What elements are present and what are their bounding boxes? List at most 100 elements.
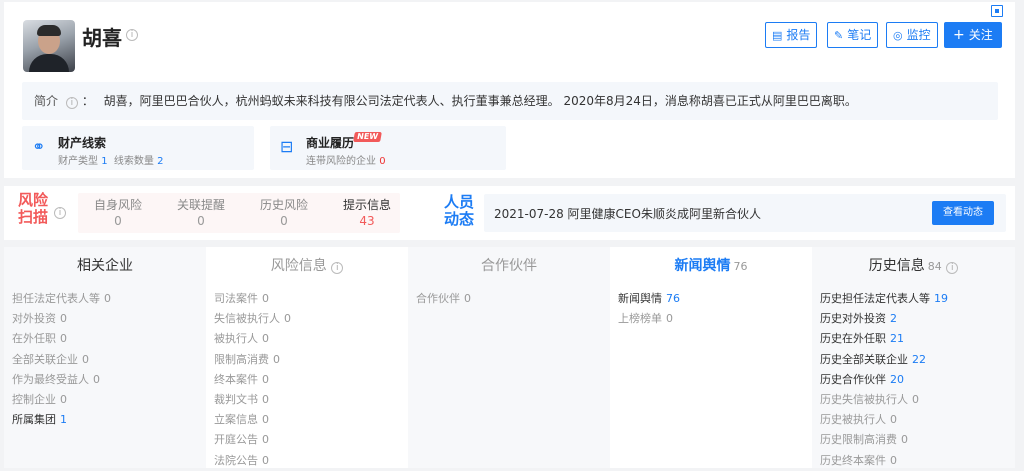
risk-related[interactable]: 关联提醒 0 <box>161 197 241 229</box>
risk-self[interactable]: 自身风险 0 <box>78 197 158 229</box>
notes-button[interactable]: ✎ 笔记 <box>827 22 879 48</box>
list-item-count: 0 <box>262 392 269 406</box>
business-history-card[interactable]: ⊟ 商业履历 NEW 连带风险的企业 0 <box>270 126 506 170</box>
list-item-label: 合作伙伴 <box>416 292 460 305</box>
list-item[interactable]: 限制高消费 0 <box>214 350 408 370</box>
list-item-label: 历史限制高消费 <box>820 433 897 447</box>
list-item-count: 0 <box>262 433 269 447</box>
list-item-label: 裁判文书 <box>214 392 258 406</box>
list-item[interactable]: 立案信息 0 <box>214 410 408 430</box>
person-name: 胡喜 <box>82 26 122 50</box>
info-icon[interactable]: i <box>65 97 78 109</box>
list-item-count: 0 <box>262 332 269 346</box>
list-item-label: 控制企业 <box>12 392 56 406</box>
list-item-label: 担任法定代表人等 <box>12 292 100 305</box>
list-item-label: 立案信息 <box>214 413 258 427</box>
info-icon[interactable]: i <box>126 29 138 41</box>
list-item[interactable]: 上榜榜单 0 <box>618 309 812 329</box>
list-item[interactable]: 历史失信被执行人 0 <box>820 390 1015 410</box>
list-item[interactable]: 全部关联企业 0 <box>12 350 206 370</box>
card-subtitle: 连带风险的企业 0 <box>306 156 386 167</box>
tab-risk-info[interactable]: 风险信息 i 司法案件 0 失信被执行人 0 被执行人 0 限制高消费 0 终本案件 0 裁判文书 0… <box>206 247 408 468</box>
list-item[interactable]: 失信被执行人 0 <box>214 309 408 329</box>
list-item-count: 0 <box>262 292 269 305</box>
list-item[interactable]: 所属集团 1 <box>12 410 206 430</box>
tab-label[interactable]: 风险信息 i <box>206 247 408 286</box>
list-item-label: 开庭公告 <box>214 433 258 447</box>
list-item[interactable]: 在外任职 0 <box>12 329 206 349</box>
list-item-label: 历史对外投资 <box>820 312 886 326</box>
dynamics-text[interactable]: 2021-07-28 阿里健康CEO朱顺炎成阿里新合伙人 <box>494 205 761 222</box>
info-icon[interactable]: i <box>946 262 959 274</box>
list-item-count: 0 <box>104 292 111 305</box>
tab-related-companies[interactable]: 相关企业 担任法定代表人等 0 对外投资 0 在外任职 0 全部关联企业 0 作为最终受益人 0 控… <box>4 247 206 468</box>
list-item-count: 0 <box>464 292 471 305</box>
list-item[interactable]: 控制企业 0 <box>12 390 206 410</box>
info-icon[interactable]: i <box>54 207 66 219</box>
pencil-icon: ✎ <box>834 29 844 42</box>
tab-label[interactable]: 相关企业 <box>4 247 206 286</box>
list-item[interactable]: 裁判文书 0 <box>214 390 408 410</box>
list-item-label: 历史合作伙伴 <box>820 372 886 386</box>
risk-tips[interactable]: 提示信息 43 <box>327 197 407 229</box>
list-item[interactable]: 被执行人 0 <box>214 329 408 349</box>
list-item-count: 20 <box>890 372 904 386</box>
list-item-count: 19 <box>934 292 948 305</box>
new-badge: NEW <box>353 132 382 142</box>
info-icon[interactable]: i <box>331 262 344 274</box>
avatar <box>23 20 75 72</box>
link-icon: ⚭ <box>32 137 46 156</box>
list-item[interactable]: 历史担任法定代表人等 19 <box>820 289 1015 309</box>
list-item[interactable]: 历史对外投资 2 <box>820 309 1015 329</box>
list-item[interactable]: 历史在外任职 21 <box>820 329 1015 349</box>
list-item[interactable]: 历史全部关联企业 22 <box>820 350 1015 370</box>
plus-icon: + <box>953 27 965 43</box>
tab-news[interactable]: 新闻舆情 76 新闻舆情 76 上榜榜单 0 <box>610 247 812 468</box>
tab-label[interactable]: 历史信息 84 i <box>812 247 1015 286</box>
tab-label[interactable]: 新闻舆情 76 <box>610 247 812 286</box>
follow-button[interactable]: + 关注 <box>944 22 1002 48</box>
list-item-count: 0 <box>60 332 67 346</box>
bell-icon: ◎ <box>893 29 903 42</box>
report-button[interactable]: ▤ 报告 <box>765 22 818 48</box>
card-title: 财产线索 <box>58 136 107 150</box>
list-item-label: 历史全部关联企业 <box>820 352 908 366</box>
list-item-count: 1 <box>60 413 67 427</box>
asset-clues-card[interactable]: ⚭ 财产线索 财产类型 1 线索数量 2 <box>22 126 254 170</box>
list-item-count: 22 <box>912 352 926 366</box>
tab-history-info[interactable]: 历史信息 84 i 历史担任法定代表人等 19 历史对外投资 2 历史在外任职 21 历史全部… <box>812 247 1015 468</box>
list-item[interactable]: 司法案件 0 <box>214 289 408 309</box>
risk-scan-bar: 风险 扫描 i 自身风险 0 关联提醒 0 历史风险 0 提示信息 43 人员 动态 202… <box>4 186 1015 240</box>
list-item[interactable]: 历史限制高消费 0 <box>820 430 1015 450</box>
list-item[interactable]: 历史被执行人 0 <box>820 410 1015 430</box>
list-item[interactable]: 作为最终受益人 0 <box>12 370 206 390</box>
list-item[interactable]: 对外投资 0 <box>12 309 206 329</box>
list-item-label: 所属集团 <box>12 413 56 427</box>
view-dynamics-button[interactable]: 查看动态 <box>932 201 994 225</box>
person-header-card: 胡喜 i ▤ 报告 ✎ 笔记 ◎ 监控 + 关注 简介 i： 胡喜，阿里巴巴合伙人，杭州… <box>4 2 1015 178</box>
list-item[interactable]: 新闻舆情 76 <box>618 289 812 309</box>
list-item-count: 0 <box>890 413 897 427</box>
info-tabs: 相关企业 担任法定代表人等 0 对外投资 0 在外任职 0 全部关联企业 0 作为最终受益人 0 控… <box>4 247 1015 468</box>
risk-scan-title: 风险 扫描 <box>17 191 48 226</box>
card-title: 商业履历 <box>306 136 355 150</box>
list-item-count: 0 <box>284 312 291 326</box>
intro-section: 简介 i： 胡喜，阿里巴巴合伙人，杭州蚂蚁未来科技有限公司法定代表人、执行董事兼… <box>22 82 998 120</box>
tab-partners[interactable]: 合作伙伴 合作伙伴 0 <box>408 247 610 468</box>
list-item-label: 历史失信被执行人 <box>820 392 908 406</box>
list-item[interactable]: 合作伙伴 0 <box>416 289 610 309</box>
list-item[interactable]: 终本案件 0 <box>214 370 408 390</box>
document-icon: ▤ <box>772 29 783 42</box>
list-item[interactable]: 担任法定代表人等 0 <box>12 289 206 309</box>
tab-label[interactable]: 合作伙伴 <box>408 247 610 286</box>
list-item[interactable]: 历史合作伙伴 20 <box>820 370 1015 390</box>
list-item-label: 司法案件 <box>214 292 258 305</box>
list-item-label: 历史终本案件 <box>820 453 886 467</box>
list-item-count: 2 <box>890 312 897 326</box>
list-item-count: 0 <box>890 453 897 467</box>
list-item[interactable]: 开庭公告 0 <box>214 430 408 450</box>
list-item-count: 0 <box>901 433 908 447</box>
qr-corner-icon[interactable] <box>991 5 1003 17</box>
risk-history[interactable]: 历史风险 0 <box>244 197 324 229</box>
monitor-button[interactable]: ◎ 监控 <box>886 22 938 48</box>
